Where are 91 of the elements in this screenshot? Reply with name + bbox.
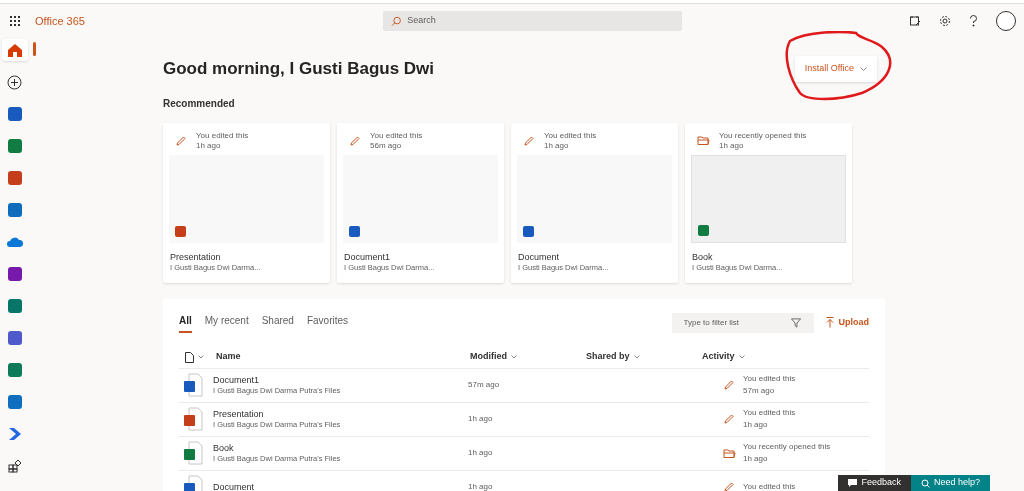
file-name: Document1 bbox=[213, 374, 261, 386]
caret-icon bbox=[511, 355, 517, 359]
activity-text: You recently opened this bbox=[743, 441, 831, 453]
file-name: Document bbox=[213, 481, 256, 491]
feedback-button[interactable]: Feedback bbox=[838, 475, 911, 491]
filter-tab[interactable]: All bbox=[179, 312, 192, 333]
filter-tab[interactable]: Favorites bbox=[306, 312, 349, 333]
activity-text: You recently opened this bbox=[719, 130, 807, 141]
pencil-icon bbox=[723, 379, 735, 391]
pencil-icon bbox=[175, 134, 187, 147]
pencil-icon bbox=[349, 134, 361, 147]
filter-tab[interactable]: Shared bbox=[261, 312, 294, 333]
filter-field[interactable]: Type to filter list bbox=[683, 316, 792, 329]
search-box[interactable]: Search bbox=[382, 11, 682, 31]
pencil-icon bbox=[523, 134, 535, 147]
pencil-icon bbox=[723, 413, 735, 425]
modified-time: 1h ago bbox=[468, 413, 494, 425]
activity-text: You edited this bbox=[743, 373, 796, 385]
upload-icon bbox=[825, 317, 834, 328]
file-type-icon bbox=[698, 224, 709, 236]
activity-time: 1h ago bbox=[743, 419, 769, 431]
activity-text: You edited this bbox=[743, 481, 796, 491]
greeting-heading: Good morning, I Gusti Bagus Dwi bbox=[163, 58, 435, 80]
help-button[interactable]: Need help? bbox=[910, 475, 990, 491]
activity-time: 1h ago bbox=[719, 140, 745, 151]
document-icon bbox=[183, 407, 203, 431]
filter-tab[interactable]: My recent bbox=[204, 312, 249, 333]
file-name: Book bbox=[692, 250, 714, 263]
file-type-icon bbox=[349, 225, 360, 237]
pencil-icon bbox=[723, 481, 735, 491]
caret-icon bbox=[860, 66, 867, 71]
file-name: Book bbox=[213, 442, 235, 454]
column-header[interactable]: Activity bbox=[702, 350, 745, 364]
activity-time: 56m ago bbox=[370, 140, 403, 151]
file-name: Presentation bbox=[170, 250, 222, 263]
folder-icon bbox=[723, 447, 736, 459]
brand-title[interactable]: Office 365 bbox=[35, 12, 85, 30]
section-title: Recommended bbox=[163, 96, 236, 111]
search-field[interactable]: Search bbox=[407, 14, 674, 28]
file-type-icon bbox=[523, 225, 534, 237]
activity-time: 1h ago bbox=[743, 453, 769, 465]
caret-icon bbox=[633, 355, 640, 359]
app-icon[interactable] bbox=[7, 363, 22, 377]
filter-box[interactable]: Type to filter list bbox=[671, 312, 814, 333]
app-icon[interactable] bbox=[7, 395, 22, 409]
all-apps-icon[interactable] bbox=[7, 459, 22, 473]
column-header[interactable]: Modified bbox=[470, 350, 586, 364]
caret-icon bbox=[738, 355, 745, 359]
activity-text: You edited this bbox=[743, 407, 796, 419]
avatar[interactable] bbox=[996, 11, 1016, 31]
help-icon[interactable] bbox=[969, 15, 978, 27]
activity-time: 57m ago bbox=[743, 385, 776, 397]
activity-text: You edited this bbox=[196, 130, 249, 141]
app-icon[interactable] bbox=[7, 267, 22, 281]
folder-icon bbox=[697, 134, 710, 146]
document-icon bbox=[183, 373, 203, 397]
file-name: Document bbox=[518, 250, 561, 263]
filter-icon bbox=[791, 317, 802, 328]
app-icon[interactable] bbox=[7, 203, 22, 217]
settings-icon[interactable] bbox=[939, 15, 951, 27]
app-icon[interactable] bbox=[7, 171, 22, 185]
app-icon[interactable] bbox=[7, 139, 22, 153]
install-office-button[interactable]: Install Office bbox=[794, 56, 877, 82]
app-icon[interactable] bbox=[7, 107, 22, 121]
column-header[interactable]: Name bbox=[216, 350, 470, 364]
activity-text: You edited this bbox=[544, 130, 597, 141]
selection-indicator bbox=[32, 42, 36, 56]
file-name: Document1 bbox=[344, 250, 392, 263]
add-icon[interactable] bbox=[7, 74, 22, 90]
caret-icon bbox=[198, 355, 204, 359]
app-launcher-icon[interactable] bbox=[10, 16, 20, 26]
upload-button[interactable]: Upload bbox=[825, 315, 869, 330]
chevron-icon[interactable] bbox=[7, 427, 22, 441]
file-name: Presentation bbox=[213, 408, 265, 420]
file-type-icon bbox=[175, 225, 186, 237]
activity-time: 1h ago bbox=[196, 140, 222, 151]
activity-time: 1h ago bbox=[544, 140, 570, 151]
modified-time: 1h ago bbox=[468, 447, 494, 459]
cloud-icon[interactable] bbox=[6, 237, 23, 247]
search-icon bbox=[920, 478, 930, 488]
document-icon bbox=[183, 441, 203, 465]
file-type-icon[interactable] bbox=[185, 351, 194, 363]
column-header[interactable]: Shared by bbox=[586, 350, 702, 364]
app-icon[interactable] bbox=[7, 331, 22, 345]
modified-time: 57m ago bbox=[468, 379, 501, 391]
app-icon[interactable] bbox=[7, 299, 22, 313]
search-icon bbox=[390, 15, 402, 27]
home-icon[interactable] bbox=[6, 42, 23, 58]
comment-icon bbox=[848, 479, 858, 487]
activity-text: You edited this bbox=[370, 130, 423, 141]
modified-time: 1h ago bbox=[468, 481, 494, 491]
